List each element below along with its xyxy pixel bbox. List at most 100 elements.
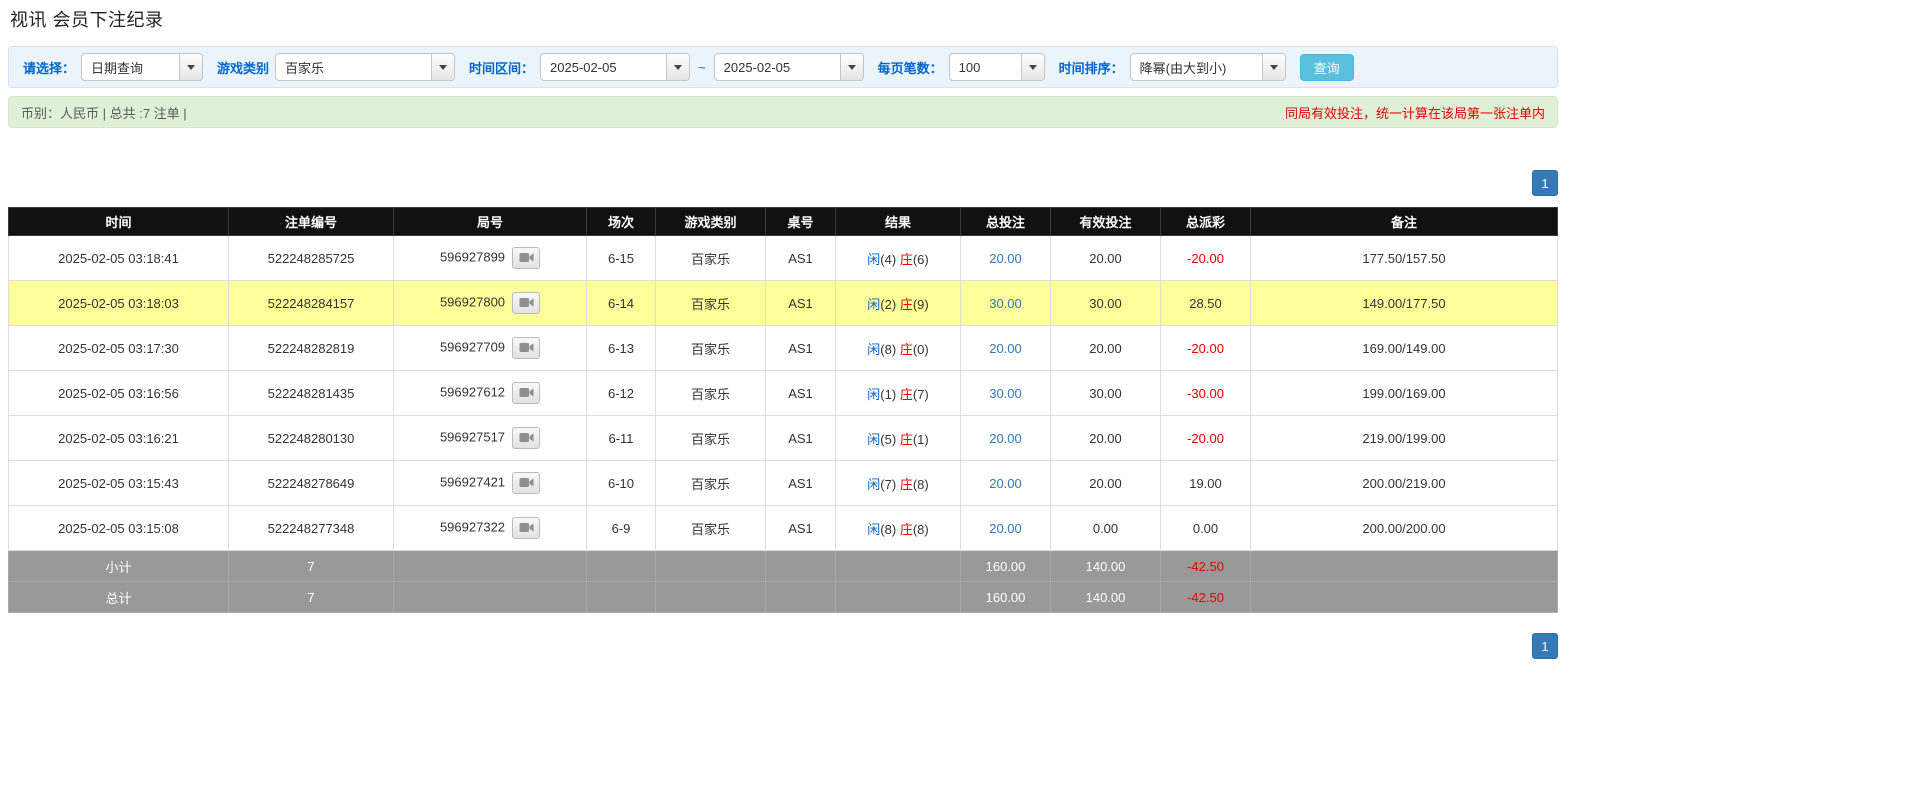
cell-valid-bet: 30.00 <box>1051 281 1161 326</box>
table-body: 2025-02-05 03:18:41522248285725596927899… <box>9 236 1558 613</box>
cell-round-id: 596927899 <box>394 236 587 281</box>
cell-game-type: 百家乐 <box>656 326 766 371</box>
chevron-down-icon <box>1029 65 1037 70</box>
summary-row: 总计7160.00140.00-42.50 <box>9 582 1558 613</box>
video-replay-button[interactable] <box>512 337 540 359</box>
table-row: 2025-02-05 03:18:41522248285725596927899… <box>9 236 1558 281</box>
summary-row-empty-cell <box>836 551 961 582</box>
cell-time: 2025-02-05 03:15:08 <box>9 506 229 551</box>
game-type-value: 百家乐 <box>276 54 431 80</box>
date-from-combo[interactable]: 2025-02-05 <box>540 53 690 81</box>
banker-result-label: 庄 <box>900 477 913 492</box>
cell-valid-bet: 0.00 <box>1051 506 1161 551</box>
combo-dropdown-button[interactable] <box>666 54 689 80</box>
video-replay-button[interactable] <box>512 247 540 269</box>
summary-row-empty-cell <box>656 582 766 613</box>
pagination-page-1[interactable]: 1 <box>1532 170 1558 196</box>
cell-result: 闲(1) 庄(7) <box>836 371 961 416</box>
query-button[interactable]: 查询 <box>1300 54 1354 81</box>
summary-row-empty-cell <box>766 582 836 613</box>
cell-session: 6-15 <box>587 236 656 281</box>
summary-row-empty-cell <box>587 551 656 582</box>
table-row: 2025-02-05 03:16:21522248280130596927517… <box>9 416 1558 461</box>
video-replay-button[interactable] <box>512 292 540 314</box>
column-header: 场次 <box>587 208 656 236</box>
player-result-label: 闲 <box>867 477 880 492</box>
combo-dropdown-button[interactable] <box>1021 54 1044 80</box>
summary-row-total-bet: 160.00 <box>961 551 1051 582</box>
table-row: 2025-02-05 03:15:08522248277348596927322… <box>9 506 1558 551</box>
cell-payout: 19.00 <box>1161 461 1251 506</box>
cell-game-type: 百家乐 <box>656 371 766 416</box>
combo-dropdown-button[interactable] <box>179 54 202 80</box>
cell-payout: -20.00 <box>1161 326 1251 371</box>
combo-dropdown-button[interactable] <box>431 54 454 80</box>
summary-row-valid-bet: 140.00 <box>1051 582 1161 613</box>
total-bet-link[interactable]: 20.00 <box>989 341 1022 356</box>
cell-remark: 177.50/157.50 <box>1251 236 1558 281</box>
player-result-score: (1) <box>880 387 896 402</box>
round-id-text: 596927800 <box>440 294 505 309</box>
total-bet-link[interactable]: 20.00 <box>989 521 1022 536</box>
cell-session: 6-9 <box>587 506 656 551</box>
combo-dropdown-button[interactable] <box>1262 54 1285 80</box>
chevron-down-icon <box>187 65 195 70</box>
column-header: 游戏类别 <box>656 208 766 236</box>
combo-dropdown-button[interactable] <box>840 54 863 80</box>
cell-remark: 200.00/200.00 <box>1251 506 1558 551</box>
query-mode-combo[interactable]: 日期查询 <box>81 53 203 81</box>
video-replay-button[interactable] <box>512 382 540 404</box>
date-to-combo[interactable]: 2025-02-05 <box>714 53 864 81</box>
cell-valid-bet: 30.00 <box>1051 371 1161 416</box>
camera-icon <box>519 431 534 446</box>
cell-valid-bet: 20.00 <box>1051 236 1161 281</box>
video-replay-button[interactable] <box>512 472 540 494</box>
cell-table-no: AS1 <box>766 461 836 506</box>
round-id-text: 596927421 <box>440 474 505 489</box>
summary-row-empty-cell <box>587 582 656 613</box>
player-result-label: 闲 <box>867 432 880 447</box>
summary-bar: 币别：人民币 | 总共 :7 注单 | 同局有效投注，统一计算在该局第一张注单内 <box>8 96 1558 128</box>
summary-row-count: 7 <box>229 551 394 582</box>
cell-table-no: AS1 <box>766 281 836 326</box>
cell-remark: 149.00/177.50 <box>1251 281 1558 326</box>
date-to-value: 2025-02-05 <box>715 54 840 80</box>
column-header: 桌号 <box>766 208 836 236</box>
banker-result-score: (8) <box>913 522 929 537</box>
camera-icon <box>519 341 534 356</box>
pagination-page-1[interactable]: 1 <box>1532 633 1558 659</box>
sort-order-label: 时间排序： <box>1059 58 1124 77</box>
total-bet-link[interactable]: 20.00 <box>989 251 1022 266</box>
page-size-combo[interactable]: 100 <box>949 53 1045 81</box>
game-type-combo[interactable]: 百家乐 <box>275 53 455 81</box>
cell-result: 闲(5) 庄(1) <box>836 416 961 461</box>
summary-currency-count: 币别：人民币 | 总共 :7 注单 | <box>21 103 187 122</box>
total-bet-link[interactable]: 20.00 <box>989 431 1022 446</box>
camera-icon <box>519 251 534 266</box>
banker-result-score: (8) <box>913 477 929 492</box>
video-replay-button[interactable] <box>512 427 540 449</box>
table-row: 2025-02-05 03:16:56522248281435596927612… <box>9 371 1558 416</box>
total-bet-link[interactable]: 30.00 <box>989 386 1022 401</box>
player-result-label: 闲 <box>867 342 880 357</box>
summary-row-empty-cell <box>836 582 961 613</box>
total-bet-link[interactable]: 30.00 <box>989 296 1022 311</box>
video-replay-button[interactable] <box>512 517 540 539</box>
banker-result-label: 庄 <box>900 432 913 447</box>
column-header: 注单编号 <box>229 208 394 236</box>
player-result-score: (4) <box>880 252 896 267</box>
cell-table-no: AS1 <box>766 506 836 551</box>
total-bet-link[interactable]: 20.00 <box>989 476 1022 491</box>
cell-remark: 199.00/169.00 <box>1251 371 1558 416</box>
cell-payout: 28.50 <box>1161 281 1251 326</box>
sort-order-combo[interactable]: 降幂(由大到小) <box>1130 53 1286 81</box>
round-id-text: 596927612 <box>440 384 505 399</box>
cell-table-no: AS1 <box>766 326 836 371</box>
page-size-value: 100 <box>950 54 1021 80</box>
summary-row-total-bet: 160.00 <box>961 582 1051 613</box>
column-header: 时间 <box>9 208 229 236</box>
player-result-score: (8) <box>880 522 896 537</box>
table-header-row: 时间注单编号局号场次游戏类别桌号结果总投注有效投注总派彩备注 <box>9 208 1558 236</box>
table-row: 2025-02-05 03:15:43522248278649596927421… <box>9 461 1558 506</box>
cell-time: 2025-02-05 03:16:56 <box>9 371 229 416</box>
